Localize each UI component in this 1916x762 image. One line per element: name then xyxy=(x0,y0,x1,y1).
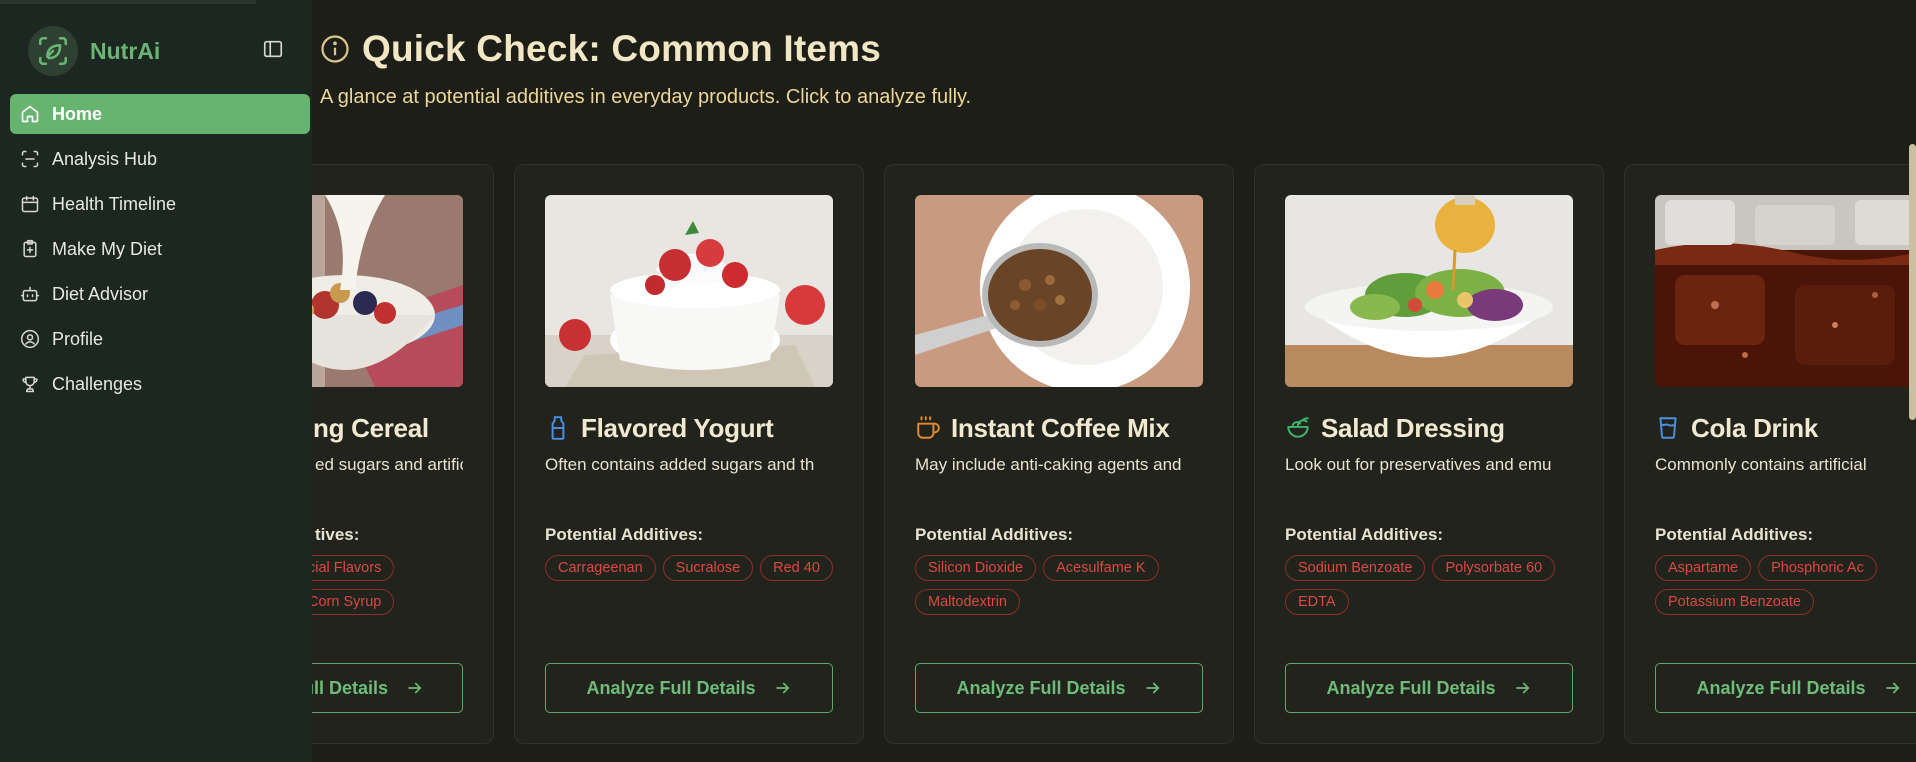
sidebar-nav: Home Analysis Hub Health Timeline Make M… xyxy=(10,94,310,409)
button-label: Analyze Full Details xyxy=(1696,677,1866,698)
sidebar-item-analysis-hub[interactable]: Analysis Hub xyxy=(10,139,310,179)
card-title-text: Salad Dressing xyxy=(1321,412,1505,443)
additive-tag: Phosphoric Ac xyxy=(1758,555,1877,581)
additive-tags: Sodium Benzoate Polysorbate 60 EDTA xyxy=(1285,555,1585,615)
analyze-full-details-button[interactable]: Analyze Full Details xyxy=(1285,663,1573,713)
card-title: Flavored Yogurt xyxy=(545,413,833,443)
card-title-text: Flavored Yogurt xyxy=(581,412,774,443)
additive-tag: Polysorbate 60 xyxy=(1432,555,1556,581)
sidebar-item-label: Profile xyxy=(52,328,104,349)
additive-tags: Carrageenan Sucralose Red 40 xyxy=(545,555,845,581)
additive-tag: Sodium Benzoate xyxy=(1285,555,1426,581)
sidebar-item-label: Challenges xyxy=(52,373,143,394)
additive-tag: Red 40 xyxy=(760,555,833,581)
page-title: Quick Check: Common Items xyxy=(362,28,882,69)
additive-tag: EDTA xyxy=(1285,589,1349,615)
cards-row: ng Cereal ed sugars and artific tives: c… xyxy=(144,164,1916,744)
card-title: Instant Coffee Mix xyxy=(915,413,1203,443)
user-circle-icon xyxy=(20,329,40,349)
card-description: May include anti-caking agents and xyxy=(915,455,1182,474)
section-heading: Quick Check: Common Items xyxy=(320,28,881,70)
arrow-right-icon xyxy=(408,682,422,694)
sidebar-item-label: Diet Advisor xyxy=(52,283,149,304)
product-card: Salad Dressing Look out for preservative… xyxy=(1254,164,1604,744)
sidebar-item-challenges[interactable]: Challenges xyxy=(10,364,310,404)
salad-image[interactable] xyxy=(1285,195,1573,387)
sidebar-item-label: Analysis Hub xyxy=(52,148,158,169)
additives-label: Potential Additives: xyxy=(1285,525,1444,544)
additive-tag: Carrageenan xyxy=(545,555,656,581)
additive-tag: Aspartame xyxy=(1655,555,1752,581)
additive-tag: Maltodextrin xyxy=(915,589,1020,615)
product-card: Flavored Yogurt Often contains added sug… xyxy=(514,164,864,744)
card-title-text: Instant Coffee Mix xyxy=(951,412,1170,443)
cola-image[interactable] xyxy=(1655,195,1916,387)
arrow-right-icon xyxy=(775,682,789,694)
sidebar-item-diet-advisor[interactable]: Diet Advisor xyxy=(10,274,310,314)
logo xyxy=(28,26,78,76)
sidebar-item-label: Health Timeline xyxy=(52,193,177,214)
product-card: Instant Coffee Mix May include anti-caki… xyxy=(884,164,1234,744)
coffee-cup-icon xyxy=(917,416,940,439)
glass-icon xyxy=(1659,417,1677,439)
additive-tag: Acesulfame K xyxy=(1043,555,1159,581)
additive-tag: Potassium Benzoate xyxy=(1655,589,1814,615)
card-description: Commonly contains artificial xyxy=(1655,455,1867,474)
brand[interactable]: NutrAi xyxy=(28,26,160,76)
bot-icon xyxy=(20,286,40,302)
sidebar: NutrAi Home Analysis Hub Health Timeline… xyxy=(0,0,312,762)
home-icon xyxy=(21,105,39,123)
additives-label: Potential Additives: xyxy=(1655,525,1814,544)
coffee-image[interactable] xyxy=(915,195,1203,387)
yogurt-image[interactable] xyxy=(545,195,833,387)
button-label: Analyze Full Details xyxy=(586,677,756,698)
trophy-icon xyxy=(22,376,38,393)
calendar-icon xyxy=(21,195,39,213)
additives-label: Potential Additives: xyxy=(545,525,704,544)
arrow-right-icon xyxy=(1145,682,1159,694)
button-label: Analyze Full Details xyxy=(956,677,1126,698)
card-title: Salad Dressing xyxy=(1285,413,1573,443)
sidebar-toggle-icon[interactable] xyxy=(262,38,284,60)
additive-tags: Aspartame Phosphoric Ac Potassium Benzoa… xyxy=(1655,555,1916,615)
sidebar-item-make-my-diet[interactable]: Make My Diet xyxy=(10,229,310,269)
arrow-right-icon xyxy=(1885,682,1899,694)
additive-tag: Silicon Dioxide xyxy=(915,555,1037,581)
analyze-full-details-button[interactable]: Analyze Full Details xyxy=(1655,663,1916,713)
info-icon xyxy=(321,35,349,63)
page-subtitle: A glance at potential additives in every… xyxy=(320,86,972,108)
sidebar-item-profile[interactable]: Profile xyxy=(10,319,310,359)
leaf-scan-icon xyxy=(38,36,68,66)
sidebar-item-label: Home xyxy=(52,103,103,124)
salad-bowl-icon xyxy=(1287,417,1309,438)
arrow-right-icon xyxy=(1515,682,1529,694)
top-strip xyxy=(0,0,256,4)
button-label: Analyze Full Details xyxy=(1326,677,1496,698)
additive-tag: Sucralose xyxy=(662,555,754,581)
additive-tags: Silicon Dioxide Acesulfame K Maltodextri… xyxy=(915,555,1215,615)
milk-bottle-icon xyxy=(551,416,565,440)
card-description: Look out for preservatives and emu xyxy=(1285,455,1552,474)
analyze-full-details-button[interactable]: Analyze Full Details xyxy=(545,663,833,713)
scan-icon xyxy=(21,150,39,168)
sidebar-item-home[interactable]: Home xyxy=(10,94,310,134)
analyze-full-details-button[interactable]: Analyze Full Details xyxy=(915,663,1203,713)
card-description: Often contains added sugars and th xyxy=(545,455,815,474)
card-title-text: Cola Drink xyxy=(1691,412,1819,443)
product-card: Cola Drink Commonly contains artificial … xyxy=(1624,164,1916,744)
clipboard-icon xyxy=(23,239,37,258)
app-name: NutrAi xyxy=(90,37,161,64)
scrollbar-thumb[interactable] xyxy=(1909,144,1916,420)
additives-label: Potential Additives: xyxy=(915,525,1074,544)
card-title-text: ng Cereal xyxy=(313,412,429,443)
sidebar-item-label: Make My Diet xyxy=(52,238,163,259)
card-title: Cola Drink xyxy=(1655,413,1916,443)
sidebar-item-health-timeline[interactable]: Health Timeline xyxy=(10,184,310,224)
